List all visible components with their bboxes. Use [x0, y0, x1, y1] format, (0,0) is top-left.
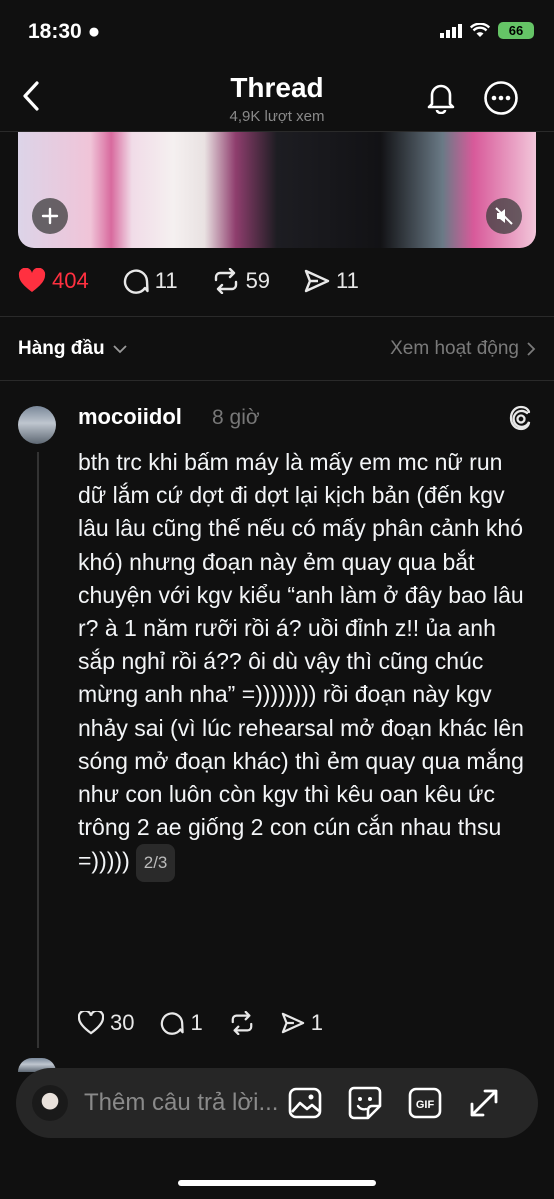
share-icon — [304, 269, 330, 293]
threads-icon — [509, 405, 531, 431]
reply-share-button[interactable]: 1 — [281, 1010, 323, 1036]
add-media-button[interactable] — [32, 198, 68, 234]
sticker-icon[interactable] — [348, 1086, 382, 1120]
view-activity-link[interactable]: Xem hoạt động — [390, 338, 536, 360]
activity-label: Xem hoạt động — [390, 338, 519, 359]
repost-icon — [214, 268, 237, 294]
sort-dropdown[interactable]: Hàng đầu — [18, 338, 127, 360]
repost-button[interactable]: 59 — [212, 268, 270, 294]
share-button[interactable]: 11 — [304, 268, 359, 294]
like-button[interactable]: 404 — [18, 268, 89, 294]
heart-icon — [78, 1011, 104, 1035]
reply-comment-count: 1 — [190, 1010, 203, 1035]
comment-button[interactable]: 11 — [123, 268, 178, 294]
user-avatar — [32, 1085, 68, 1121]
mute-button[interactable] — [486, 198, 522, 234]
repost-icon — [231, 1011, 253, 1035]
share-count: 11 — [336, 268, 359, 293]
stats-divider — [0, 316, 554, 317]
bell-icon — [427, 84, 455, 115]
repost-count: 59 — [245, 268, 271, 293]
reply-input[interactable]: Thêm câu trả lời... — [84, 1089, 280, 1117]
expand-icon[interactable] — [468, 1087, 500, 1119]
reply-text: bth trc khi bấm máy là mấy em mc nữ run … — [78, 449, 524, 875]
reply-repost-button[interactable] — [229, 1011, 255, 1035]
signal-icon — [440, 23, 462, 38]
chevron-down-icon — [112, 344, 127, 353]
reply-like-button[interactable]: 30 — [78, 1010, 134, 1036]
post-video[interactable] — [18, 132, 536, 248]
post-stats: 404 11 59 11 — [18, 268, 393, 294]
person-icon: ● — [87, 20, 101, 43]
notifications-button[interactable] — [424, 80, 458, 119]
thread-line — [37, 452, 39, 1048]
reply-share-count: 1 — [310, 1010, 323, 1035]
sort-label: Hàng đầu — [18, 338, 105, 359]
view-count: 4,9K lượt xem — [229, 108, 325, 125]
like-count: 404 — [52, 268, 89, 293]
wifi-icon — [470, 23, 490, 37]
reply-like-count: 30 — [110, 1010, 135, 1035]
reply-body: bth trc khi bấm máy là mấy em mc nữ run … — [78, 446, 528, 882]
reply-stats: 30 1 1 — [78, 1010, 349, 1036]
home-indicator — [178, 1180, 376, 1186]
heart-icon — [18, 268, 46, 292]
battery-indicator: 66 — [498, 22, 534, 39]
status-time: 18:30 ● — [28, 20, 101, 43]
avatar[interactable] — [18, 406, 56, 444]
share-icon — [281, 1012, 304, 1034]
more-options-button[interactable] — [483, 80, 519, 121]
status-indicators: 66 — [440, 22, 534, 39]
comment-icon — [123, 269, 149, 294]
page-title: Thread — [230, 72, 324, 103]
reply-comment-button[interactable]: 1 — [160, 1010, 203, 1036]
comment-count: 11 — [154, 268, 178, 293]
page-indicator: 2/3 — [135, 844, 176, 882]
svg-text:GIF: GIF — [416, 1099, 435, 1111]
threads-link[interactable] — [508, 404, 534, 437]
comment-icon — [161, 1012, 185, 1035]
reply-username[interactable]: mocoiidol — [78, 404, 182, 430]
mute-icon — [495, 207, 513, 225]
chevron-right-icon — [527, 342, 536, 356]
reply-time: 8 giờ — [212, 406, 260, 429]
more-icon — [484, 81, 518, 115]
reply-composer[interactable]: Thêm câu trả lời... GIF — [16, 1068, 538, 1138]
gif-icon[interactable]: GIF — [408, 1086, 442, 1120]
sort-divider — [0, 380, 554, 381]
add-icon — [41, 207, 59, 225]
image-icon[interactable] — [288, 1086, 322, 1120]
